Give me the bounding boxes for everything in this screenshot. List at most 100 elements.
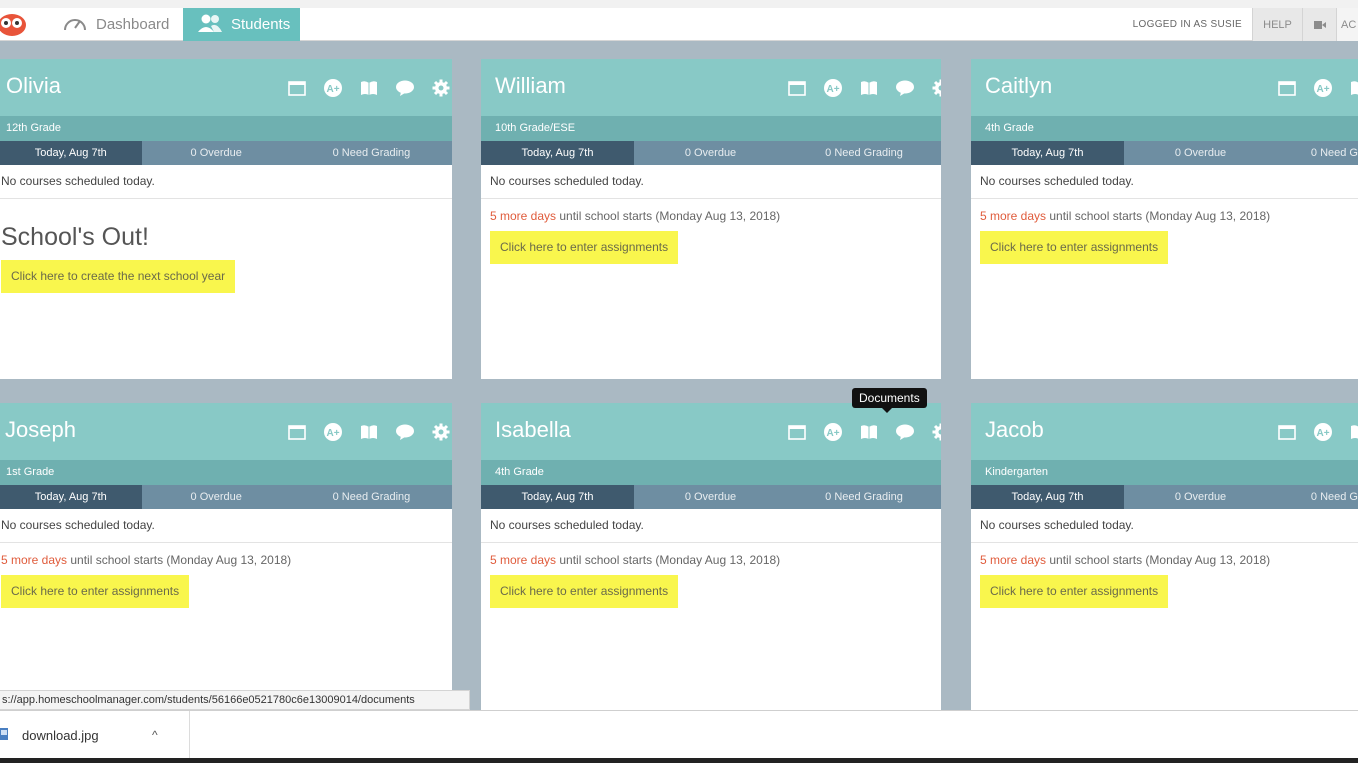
- calendar-icon[interactable]: [779, 76, 815, 100]
- days-until-school-text: 5 more days until school starts (Monday …: [481, 199, 941, 223]
- student-name[interactable]: Joseph: [5, 417, 76, 443]
- today-tab[interactable]: Today, Aug 7th: [971, 141, 1124, 165]
- grades-icon[interactable]: A+: [315, 76, 351, 100]
- overdue-tab[interactable]: 0 Overdue: [142, 485, 291, 509]
- grade-label: 4th Grade: [481, 460, 941, 485]
- grades-icon[interactable]: A+: [1305, 76, 1341, 100]
- today-tab[interactable]: Today, Aug 7th: [0, 485, 142, 509]
- grades-icon[interactable]: A+: [815, 76, 851, 100]
- book-icon[interactable]: [351, 76, 387, 100]
- need-grading-tab[interactable]: 0 Need Grading: [291, 141, 452, 165]
- days-count: 5 more days: [490, 553, 557, 567]
- nav-dashboard-label: Dashboard: [96, 16, 170, 33]
- gear-icon[interactable]: [923, 420, 941, 444]
- users-icon: [197, 13, 223, 37]
- card-header: William A+: [481, 59, 941, 116]
- days-count: 5 more days: [980, 553, 1047, 567]
- stats-bar: Today, Aug 7th 0 Overdue 0 Need G: [971, 141, 1358, 165]
- stats-bar: Today, Aug 7th 0 Overdue 0 Need G: [971, 485, 1358, 509]
- grade-label: 12th Grade: [0, 116, 452, 141]
- gear-icon[interactable]: [923, 76, 941, 100]
- days-count: 5 more days: [980, 209, 1047, 223]
- documents-icon[interactable]: [387, 420, 423, 444]
- book-icon[interactable]: [851, 420, 887, 444]
- overdue-tab[interactable]: 0 Overdue: [1124, 141, 1277, 165]
- stats-bar: Today, Aug 7th 0 Overdue 0 Need Grading: [481, 485, 941, 509]
- stats-bar: Today, Aug 7th 0 Overdue 0 Need Grading: [0, 485, 452, 509]
- image-file-icon: [0, 728, 10, 742]
- overdue-tab[interactable]: 0 Overdue: [142, 141, 291, 165]
- stats-bar: Today, Aug 7th 0 Overdue 0 Need Grading: [0, 141, 452, 165]
- student-card-william: William A+ 10th Grade/ESE Today, Aug 7th…: [481, 59, 941, 379]
- student-name[interactable]: William: [495, 73, 566, 99]
- overdue-tab[interactable]: 0 Overdue: [1124, 485, 1277, 509]
- today-tab[interactable]: Today, Aug 7th: [971, 485, 1124, 509]
- chevron-up-icon[interactable]: ^: [152, 728, 158, 742]
- calendar-icon[interactable]: [779, 420, 815, 444]
- grade-label: Kindergarten: [971, 460, 1358, 485]
- svg-text:A+: A+: [1316, 84, 1329, 95]
- book-icon[interactable]: [851, 76, 887, 100]
- enter-assignments-button[interactable]: Click here to enter assignments: [1, 575, 190, 608]
- create-school-year-button[interactable]: Click here to create the next school yea…: [1, 260, 236, 293]
- gear-icon[interactable]: [423, 420, 452, 444]
- account-button[interactable]: AC: [1336, 8, 1358, 41]
- card-header: Caitlyn A+: [971, 59, 1358, 116]
- grade-label: 4th Grade: [971, 116, 1358, 141]
- calendar-icon[interactable]: [279, 76, 315, 100]
- student-card-jacob: Jacob A+ Kindergarten Today, Aug 7th 0 O…: [971, 403, 1358, 710]
- help-button[interactable]: HELP: [1252, 8, 1302, 41]
- calendar-icon[interactable]: [279, 420, 315, 444]
- calendar-icon[interactable]: [1269, 420, 1305, 444]
- nav-tab-dashboard[interactable]: Dashboard: [48, 8, 182, 41]
- card-icon-row: A+: [1269, 76, 1358, 100]
- overdue-tab[interactable]: 0 Overdue: [634, 141, 787, 165]
- overdue-tab[interactable]: 0 Overdue: [634, 485, 787, 509]
- nav-right-group: LOGGED IN AS SUSIE HELP AC: [1123, 8, 1358, 41]
- student-name[interactable]: Caitlyn: [985, 73, 1052, 99]
- enter-assignments-button[interactable]: Click here to enter assignments: [490, 231, 679, 264]
- grades-icon[interactable]: A+: [315, 420, 351, 444]
- need-grading-tab[interactable]: 0 Need G: [1277, 485, 1358, 509]
- enter-assignments-button[interactable]: Click here to enter assignments: [980, 575, 1169, 608]
- no-courses-text: No courses scheduled today.: [971, 509, 1358, 543]
- download-item[interactable]: download.jpg ^: [0, 711, 190, 759]
- no-courses-text: No courses scheduled today.: [0, 165, 452, 199]
- status-bar-url: s://app.homeschoolmanager.com/students/5…: [0, 690, 470, 710]
- student-card-isabella: Isabella A+ 4th Grade Today, Aug 7th 0 O…: [481, 403, 941, 710]
- book-icon[interactable]: [1341, 76, 1358, 100]
- grades-icon[interactable]: A+: [815, 420, 851, 444]
- days-until-school-text: 5 more days until school starts (Monday …: [971, 199, 1358, 223]
- documents-icon[interactable]: [387, 76, 423, 100]
- nav-tab-students[interactable]: Students: [183, 8, 300, 41]
- student-name[interactable]: Olivia: [6, 73, 61, 99]
- days-count: 5 more days: [1, 553, 68, 567]
- student-name[interactable]: Jacob: [985, 417, 1044, 443]
- need-grading-tab[interactable]: 0 Need G: [1277, 141, 1358, 165]
- card-icon-row: A+: [779, 420, 941, 444]
- book-icon[interactable]: [351, 420, 387, 444]
- calendar-icon[interactable]: [1269, 76, 1305, 100]
- documents-icon[interactable]: [887, 76, 923, 100]
- today-tab[interactable]: Today, Aug 7th: [481, 485, 634, 509]
- card-header: Isabella A+: [481, 403, 941, 460]
- student-name[interactable]: Isabella: [495, 417, 571, 443]
- need-grading-tab[interactable]: 0 Need Grading: [787, 141, 941, 165]
- enter-assignments-button[interactable]: Click here to enter assignments: [490, 575, 679, 608]
- documents-icon[interactable]: [887, 420, 923, 444]
- today-tab[interactable]: Today, Aug 7th: [481, 141, 634, 165]
- today-tab[interactable]: Today, Aug 7th: [0, 141, 142, 165]
- video-camera-icon[interactable]: [1302, 8, 1336, 41]
- schools-out-heading: School's Out!: [1, 223, 149, 251]
- gear-icon[interactable]: [423, 76, 452, 100]
- enter-assignments-button[interactable]: Click here to enter assignments: [980, 231, 1169, 264]
- need-grading-tab[interactable]: 0 Need Grading: [787, 485, 941, 509]
- card-icon-row: A+: [279, 76, 452, 100]
- need-grading-tab[interactable]: 0 Need Grading: [291, 485, 452, 509]
- owl-logo-icon[interactable]: [0, 11, 28, 37]
- stats-bar: Today, Aug 7th 0 Overdue 0 Need Grading: [481, 141, 941, 165]
- download-shelf: download.jpg ^: [0, 710, 1358, 759]
- browser-bookmark-strip: [0, 0, 1358, 8]
- grades-icon[interactable]: A+: [1305, 420, 1341, 444]
- book-icon[interactable]: [1341, 420, 1358, 444]
